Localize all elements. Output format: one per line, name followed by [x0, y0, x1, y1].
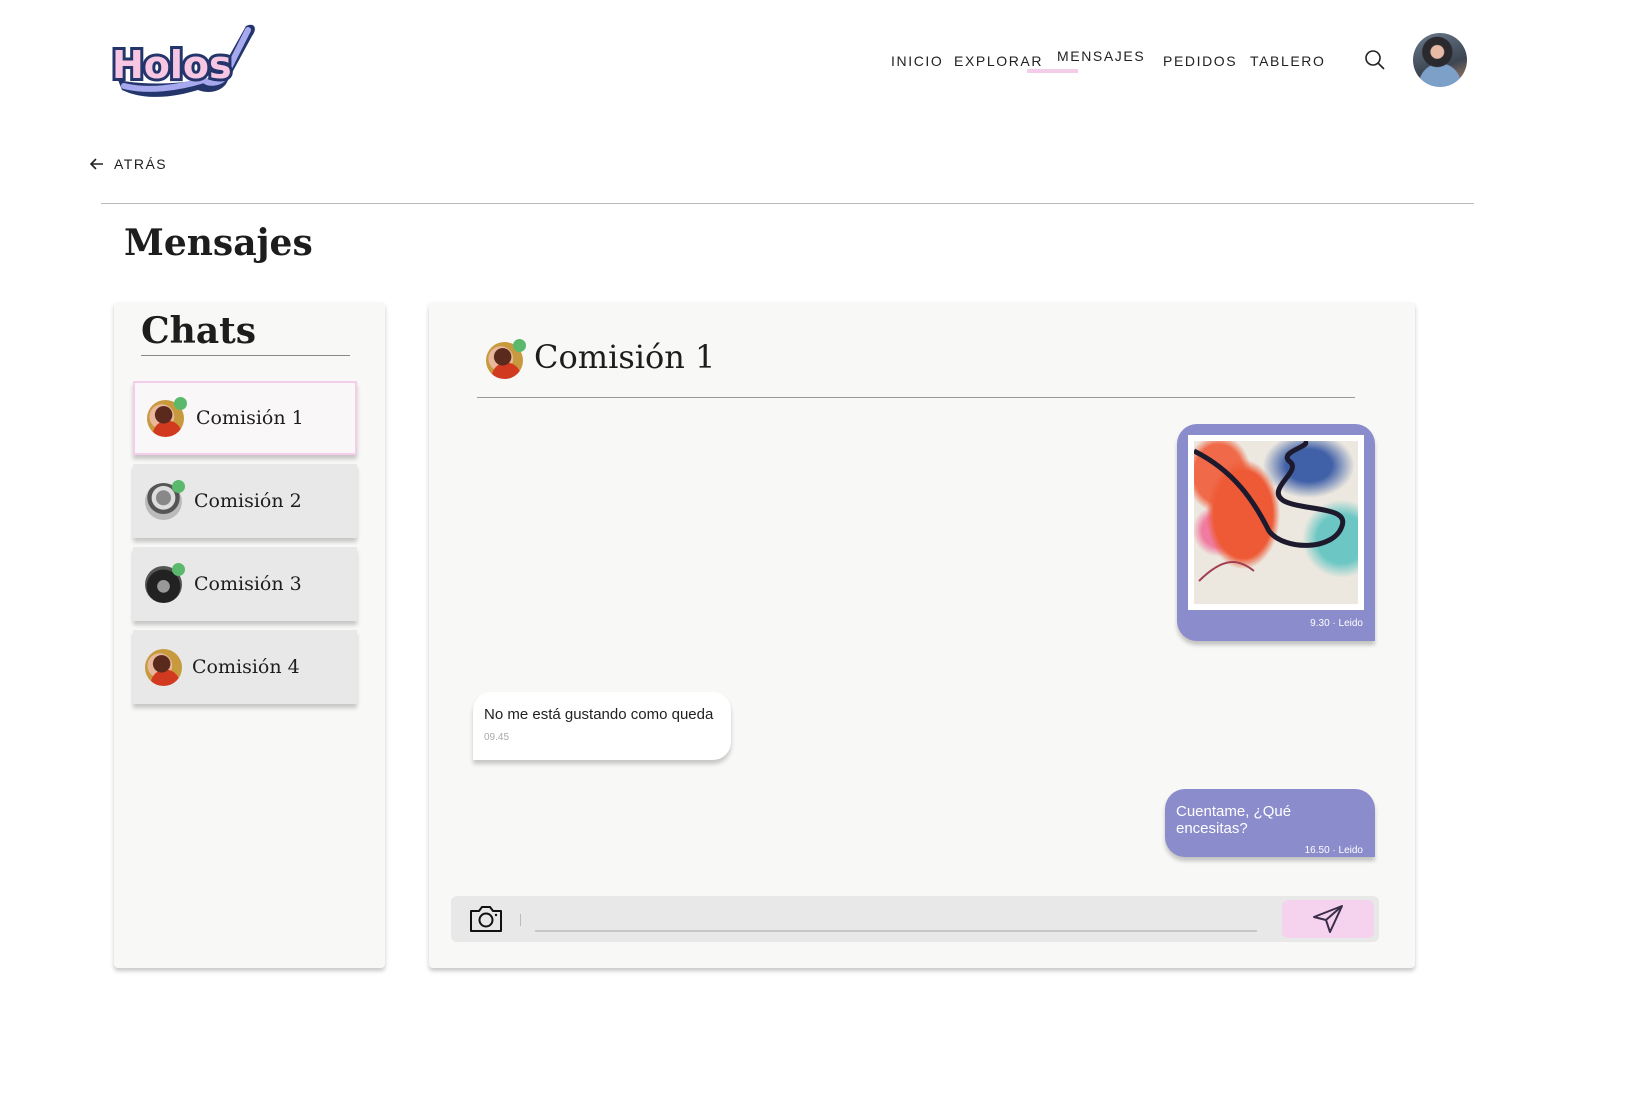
chat-item-4[interactable]: Comisión 4: [133, 630, 357, 704]
conversation-panel: Comisión 1 9.30 · Leido No me está gusta…: [429, 302, 1415, 968]
chat-avatar: [147, 396, 187, 437]
nav-pedidos[interactable]: PEDIDOS: [1163, 53, 1237, 69]
nav-explorar[interactable]: EXPLORAR: [954, 53, 1043, 69]
text-cursor: [520, 914, 521, 926]
user-avatar[interactable]: [1413, 33, 1467, 87]
search-icon[interactable]: [1364, 49, 1386, 76]
nav-mensajes[interactable]: MENSAJES: [1057, 48, 1145, 64]
camera-icon[interactable]: [468, 904, 504, 939]
message-text: No me está gustando como queda: [484, 706, 714, 723]
online-indicator: [513, 339, 526, 352]
chats-sidebar: Chats Comisión 1 Comisión 2 Comisión 3 C…: [114, 302, 385, 968]
message-input[interactable]: [535, 904, 1257, 932]
chat-item-3[interactable]: Comisión 3: [133, 547, 357, 621]
chat-avatar: [145, 562, 185, 603]
divider: [101, 203, 1474, 204]
back-label: ATRÁS: [114, 156, 168, 172]
conversation-title: Comisión 1: [534, 338, 716, 376]
send-icon: [1313, 905, 1343, 933]
online-indicator: [172, 562, 185, 576]
message-meta: 09.45: [484, 732, 510, 743]
holos-logo[interactable]: Holos: [108, 22, 258, 98]
nav-tablero[interactable]: TABLERO: [1250, 53, 1326, 69]
artwork-image: [1194, 441, 1358, 604]
send-button[interactable]: [1282, 900, 1374, 938]
image-message[interactable]: 9.30 · Leido: [1177, 424, 1375, 641]
conversation-divider: [477, 397, 1355, 398]
received-message[interactable]: No me está gustando como queda 09.45: [473, 692, 731, 760]
page-title: Mensajes: [124, 222, 313, 264]
message-composer: [451, 896, 1379, 942]
chat-label: Comisión 4: [192, 656, 300, 678]
conversation-avatar: [486, 339, 526, 379]
nav-active-indicator: [1027, 69, 1078, 73]
chats-title: Chats: [141, 310, 257, 352]
online-indicator: [172, 479, 185, 493]
svg-text:Holos: Holos: [112, 43, 232, 87]
chat-item-1[interactable]: Comisión 1: [133, 381, 357, 455]
back-button[interactable]: ATRÁS: [89, 156, 167, 172]
arrow-left-icon: [89, 158, 103, 170]
sent-message[interactable]: Cuentame, ¿Qué encesitas? 16.50 · Leido: [1165, 789, 1375, 857]
chat-label: Comisión 2: [194, 490, 302, 512]
message-text: Cuentame, ¿Qué encesitas?: [1176, 803, 1292, 837]
message-meta: 9.30 · Leido: [1310, 618, 1363, 629]
chat-item-2[interactable]: Comisión 2: [133, 464, 357, 538]
attached-artwork[interactable]: [1188, 435, 1364, 610]
nav-inicio[interactable]: INICIO: [891, 53, 943, 69]
chats-title-underline: [141, 355, 350, 356]
chat-avatar: [145, 648, 182, 686]
chat-label: Comisión 3: [194, 573, 302, 595]
chat-avatar: [145, 479, 185, 520]
chat-label: Comisión 1: [196, 407, 304, 429]
online-indicator: [174, 396, 187, 410]
message-meta: 16.50 · Leido: [1304, 845, 1363, 856]
